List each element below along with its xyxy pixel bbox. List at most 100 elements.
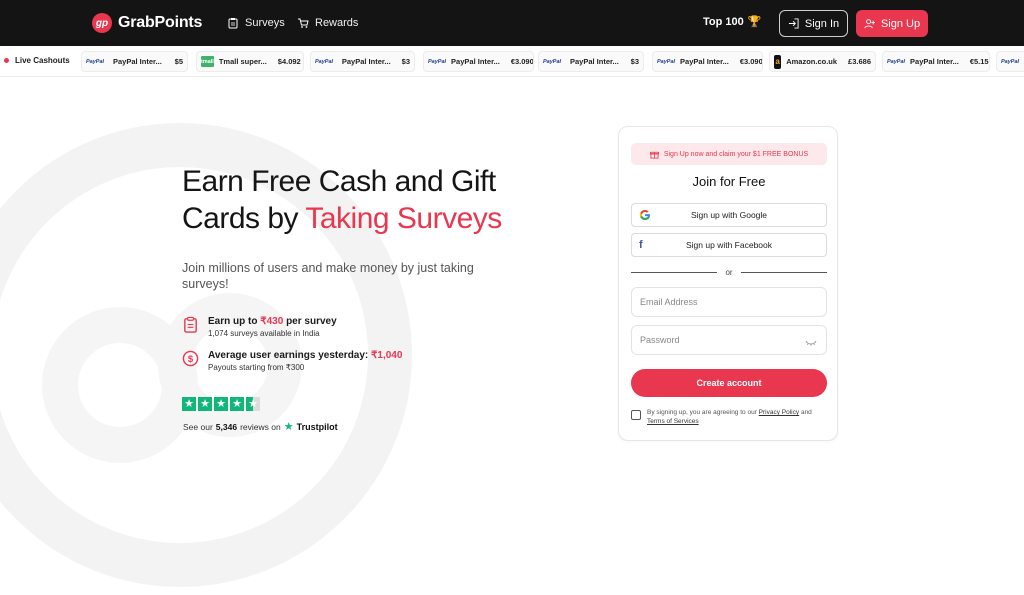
google-icon <box>639 210 650 220</box>
nav-rewards-label: Rewards <box>315 17 359 29</box>
or-divider: or <box>631 267 827 277</box>
dollar-coin-icon: $ <box>182 350 199 367</box>
facebook-signup-button[interactable]: f Sign up with Facebook <box>631 233 827 257</box>
svg-text:$: $ <box>188 354 194 365</box>
trustpilot-stars: ★ ★ ★ ★ ★ <box>182 397 260 411</box>
paypal-logo-icon: PayPal <box>315 58 334 65</box>
sign-in-label: Sign In <box>804 17 840 30</box>
hero-subtitle: Join millions of users and make money by… <box>182 261 474 291</box>
cashout-chip: PayPal PayPal Inter... $5 <box>81 51 188 72</box>
feature1-suffix: per survey <box>286 316 337 327</box>
cashout-amount: £3.686 <box>848 57 871 66</box>
gift-icon <box>649 151 659 159</box>
show-password-icon[interactable] <box>805 339 817 347</box>
cashout-name: Amazon.co.uk <box>786 57 838 66</box>
feature2-subtext: Payouts starting from ₹300 <box>208 363 305 372</box>
bonus-promo-banner: Sign Up now and claim your $1 FREE BONUS <box>631 143 827 165</box>
cashout-amount: $5 <box>174 57 183 66</box>
cashout-chip: a Amazon.co.uk £3.686 <box>769 51 876 72</box>
paypal-logo-icon: PayPal <box>543 58 562 65</box>
cashout-amount: $4.092 <box>277 57 301 66</box>
or-text: or <box>725 267 733 277</box>
cashout-chip: PayPal PayPal Inter... €3.090 <box>652 51 763 72</box>
paypal-logo-icon: PayPal <box>657 58 676 65</box>
sign-up-label: Sign Up <box>880 17 921 30</box>
cashout-name: PayPal Inter... <box>680 57 729 66</box>
reviews-line[interactable]: See our 5,346 reviews on ★ Trustpilot <box>183 420 338 433</box>
trophy-icon: 🏆 <box>747 16 762 28</box>
cashout-amount: $3 <box>401 57 410 66</box>
privacy-policy-link[interactable]: Privacy Policy <box>759 409 799 416</box>
logo-mark-icon: gp <box>92 13 112 33</box>
paypal-logo-icon: PayPal <box>428 58 447 65</box>
cashout-chip: PayPal PayPal Inter... €5.151 <box>882 51 990 72</box>
feature2-prefix: Average user earnings yesterday: <box>208 350 369 361</box>
cashout-amount: €5.151 <box>969 57 989 66</box>
google-signup-button[interactable]: Sign up with Google <box>631 203 827 227</box>
terms-and: and <box>800 409 812 416</box>
amazon-logo-icon: a <box>774 54 782 69</box>
sign-in-button[interactable]: Sign In <box>779 10 848 37</box>
hero-title: Earn Free Cash and Gift Cards by Taking … <box>182 163 562 237</box>
top100-link[interactable]: Top 100 🏆 <box>703 15 762 29</box>
cashout-amount: €3.090 <box>510 57 534 66</box>
cashout-chip: PayPal PayPal Inter... $3 <box>310 51 415 72</box>
cashout-name: PayPal Inter... <box>341 57 391 66</box>
paypal-logo-icon: PayPal <box>86 58 105 65</box>
terms-checkbox[interactable] <box>631 410 641 420</box>
divider-line <box>631 271 718 273</box>
cashout-chip: PayPal PayPal Inter... $3 <box>538 51 644 72</box>
password-field[interactable] <box>631 325 827 355</box>
reviews-suffix: reviews on <box>240 421 281 432</box>
cashout-name: Tmall super... <box>218 57 267 66</box>
facebook-icon: f <box>639 239 643 251</box>
feature2-headline: Average user earnings yesterday: ₹1,040 <box>208 350 402 361</box>
terms-prefix: By signing up, you are agreeing to our <box>647 409 757 416</box>
half-star-icon: ★ <box>246 397 260 411</box>
nav-surveys-link[interactable]: Surveys <box>227 15 285 31</box>
top-navbar: gp GrabPoints Surveys Rewards Top 100 🏆 … <box>0 0 1024 46</box>
cashout-chip: PayPal PayPal Inter... €3.090 <box>423 51 534 72</box>
feature1-prefix: Earn up to <box>208 316 258 327</box>
cart-icon <box>298 18 309 28</box>
cashout-name: PayPal Inter... <box>113 57 162 66</box>
cashout-name: PayPal Inter... <box>570 57 619 66</box>
reviews-count: 5,346 <box>215 421 238 432</box>
brand-logo[interactable]: gp GrabPoints <box>92 12 202 34</box>
terms-of-service-link[interactable]: Terms of Services <box>647 418 699 425</box>
terms-text: By signing up, you are agreeing to our P… <box>647 408 831 426</box>
signup-title: Join for Free <box>692 174 766 189</box>
cashout-chip: PayPal <box>996 51 1024 72</box>
create-account-button[interactable]: Create account <box>631 369 827 397</box>
paypal-logo-icon: PayPal <box>1001 58 1020 65</box>
top100-label: Top 100 <box>703 15 744 28</box>
signup-card: Sign Up now and claim your $1 FREE BONUS… <box>618 126 838 441</box>
cashout-name: PayPal Inter... <box>910 57 959 66</box>
tmall-logo-icon: tmall <box>201 56 214 67</box>
feature1-headline: Earn up to ₹430 per survey <box>208 316 337 327</box>
feature-earn-per-survey: Earn up to ₹430 per survey 1,074 surveys… <box>182 316 337 338</box>
nav-rewards-link[interactable]: Rewards <box>297 15 358 31</box>
star-icon: ★ <box>214 397 228 411</box>
cashout-amount: €3.090 <box>739 57 763 66</box>
trustpilot-name: Trustpilot <box>296 421 338 432</box>
terms-agreement: By signing up, you are agreeing to our P… <box>631 408 831 426</box>
sign-up-button[interactable]: Sign Up <box>856 10 928 37</box>
live-cashouts-ticker: Live Cashouts PayPal PayPal Inter... $5 … <box>0 46 1024 77</box>
cashout-amount: $3 <box>630 57 639 66</box>
survey-clipboard-icon <box>184 316 197 333</box>
facebook-signup-label: Sign up with Facebook <box>686 240 772 250</box>
live-label-text: Live Cashouts <box>15 56 70 65</box>
user-plus-icon <box>864 19 875 29</box>
google-signup-label: Sign up with Google <box>690 210 768 220</box>
star-icon: ★ <box>182 397 196 411</box>
feature1-amount: ₹430 <box>260 316 284 327</box>
star-icon: ★ <box>230 397 244 411</box>
star-icon: ★ <box>198 397 212 411</box>
live-dot-icon <box>4 58 9 63</box>
cashout-chip: tmall Tmall super... $4.092 <box>196 51 304 72</box>
divider-line <box>740 271 827 273</box>
email-field[interactable] <box>631 287 827 317</box>
reviews-prefix: See our <box>183 421 213 432</box>
feature2-amount: ₹1,040 <box>371 350 403 361</box>
